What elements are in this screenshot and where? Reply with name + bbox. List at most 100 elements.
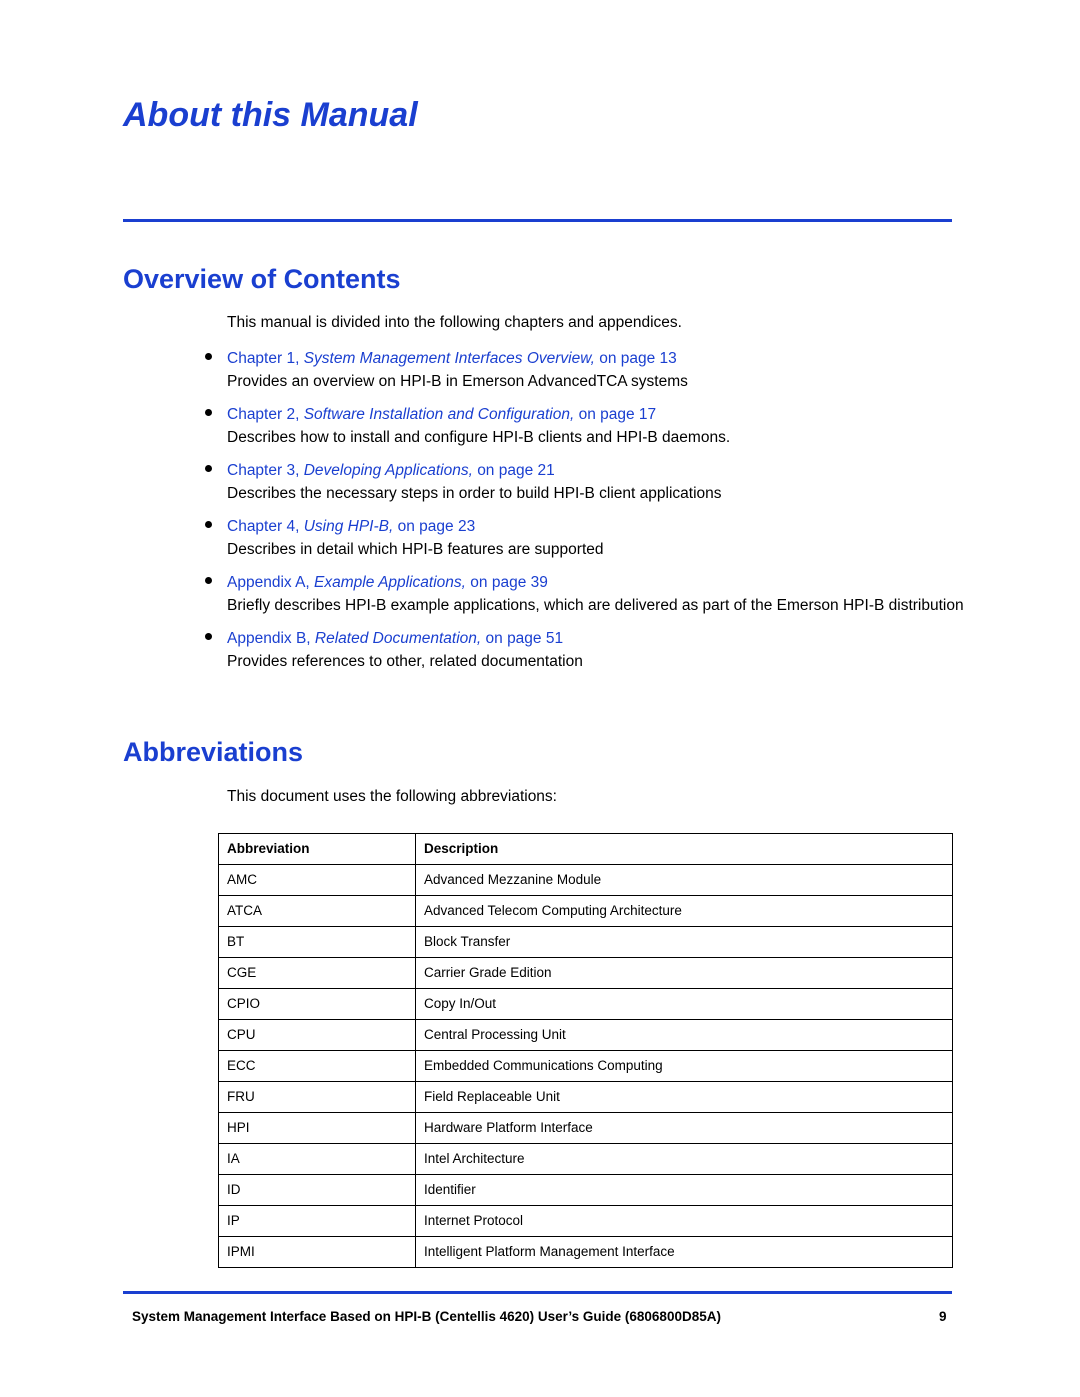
chapter-page-number: 17 bbox=[638, 406, 657, 423]
abbreviations-intro-text: This document uses the following abbrevi… bbox=[227, 788, 557, 805]
chapter-link[interactable]: Appendix A, Example Applications, on pag… bbox=[227, 571, 967, 594]
cell-abbreviation: IPMI bbox=[218, 1236, 416, 1268]
table-row: HPI Hardware Platform Interface bbox=[218, 1112, 953, 1144]
cell-description: Hardware Platform Interface bbox=[415, 1112, 953, 1144]
document-page: About this Manual Overview of Contents T… bbox=[0, 0, 1080, 1397]
bullet-dot-icon bbox=[205, 521, 212, 528]
overview-intro-text: This manual is divided into the followin… bbox=[227, 314, 682, 331]
chapter-onpage: on page bbox=[397, 518, 454, 535]
cell-abbreviation: ATCA bbox=[218, 895, 416, 927]
cell-abbreviation: IP bbox=[218, 1205, 416, 1237]
cell-description: Central Processing Unit bbox=[415, 1019, 953, 1051]
chapter-title: System Management Interfaces Overview, bbox=[303, 350, 595, 367]
section-heading-abbreviations: Abbreviations bbox=[123, 737, 304, 767]
bullet-dot-icon bbox=[205, 465, 212, 472]
chapter-title: Related Documentation, bbox=[314, 630, 482, 647]
header-rule bbox=[123, 219, 952, 222]
chapter-title: Using HPI-B, bbox=[303, 518, 394, 535]
chapter-link[interactable]: Chapter 3, Developing Applications, on p… bbox=[227, 459, 967, 482]
chapter-onpage: on page bbox=[470, 574, 527, 591]
table-row: ID Identifier bbox=[218, 1174, 953, 1206]
table-row: IPMI Intelligent Platform Management Inte… bbox=[218, 1236, 953, 1268]
chapter-page-number: 51 bbox=[545, 630, 564, 647]
chapter-page-number: 21 bbox=[537, 462, 555, 479]
abbreviations-table: Abbreviation Description AMC Advanced Mez… bbox=[218, 833, 953, 1268]
bullet-dot-icon bbox=[205, 633, 212, 640]
table-row: ATCA Advanced Telecom Computing Architect… bbox=[218, 895, 953, 927]
chapter-link[interactable]: Chapter 4, Using HPI-B, on page 23 bbox=[227, 515, 967, 538]
chapter-description: Describes the necessary steps in order t… bbox=[227, 485, 722, 502]
list-item: Chapter 1, System Management Interfaces … bbox=[205, 347, 967, 393]
chapter-description: Provides references to other, related do… bbox=[227, 653, 583, 670]
column-header-abbreviation: Abbreviation bbox=[218, 833, 416, 865]
section-heading-overview: Overview of Contents bbox=[123, 264, 401, 294]
footer-page-number: 9 bbox=[939, 1309, 947, 1324]
table-row: ECC Embedded Communications Computing bbox=[218, 1050, 953, 1082]
chapter-page-number: 39 bbox=[530, 574, 548, 591]
bullet-dot-icon bbox=[205, 577, 212, 584]
cell-description: Intelligent Platform Management Interfac… bbox=[415, 1236, 953, 1268]
chapter-label: Appendix B, bbox=[227, 630, 311, 647]
cell-description: Intel Architecture bbox=[415, 1143, 953, 1175]
cell-description: Advanced Telecom Computing Architecture bbox=[415, 895, 953, 927]
chapter-link[interactable]: Appendix B, Related Documentation, on pa… bbox=[227, 627, 967, 650]
list-item: Appendix B, Related Documentation, on pa… bbox=[205, 627, 967, 673]
column-header-description: Description bbox=[415, 833, 953, 865]
table-row: CPIO Copy In/Out bbox=[218, 988, 953, 1020]
cell-description: Embedded Communications Computing bbox=[415, 1050, 953, 1082]
list-item: Chapter 2, Software Installation and Con… bbox=[205, 403, 967, 449]
list-item: Chapter 4, Using HPI-B, on page 23 Descr… bbox=[205, 515, 967, 561]
chapter-title: Example Applications, bbox=[314, 574, 466, 591]
chapter-label: Appendix A, bbox=[227, 574, 310, 591]
page-title: About this Manual bbox=[123, 96, 418, 134]
chapter-label: Chapter 4, bbox=[227, 518, 300, 535]
bullet-dot-icon bbox=[205, 409, 212, 416]
cell-abbreviation: FRU bbox=[218, 1081, 416, 1113]
cell-abbreviation: CPIO bbox=[218, 988, 416, 1020]
table-row: IA Intel Architecture bbox=[218, 1143, 953, 1175]
chapter-link[interactable]: Chapter 2, Software Installation and Con… bbox=[227, 403, 967, 426]
chapter-description: Describes in detail which HPI-B features… bbox=[227, 541, 604, 558]
footer-rule bbox=[123, 1291, 952, 1294]
cell-abbreviation: ID bbox=[218, 1174, 416, 1206]
table-row: IP Internet Protocol bbox=[218, 1205, 953, 1237]
chapter-label: Chapter 2, bbox=[227, 406, 300, 423]
cell-abbreviation: CGE bbox=[218, 957, 416, 989]
cell-description: Advanced Mezzanine Module bbox=[415, 864, 953, 896]
cell-description: Identifier bbox=[415, 1174, 953, 1206]
chapter-onpage: on page bbox=[477, 462, 534, 479]
cell-description: Field Replaceable Unit bbox=[415, 1081, 953, 1113]
cell-abbreviation: IA bbox=[218, 1143, 416, 1175]
cell-abbreviation: CPU bbox=[218, 1019, 416, 1051]
list-item: Chapter 3, Developing Applications, on p… bbox=[205, 459, 967, 505]
chapter-label: Chapter 1, bbox=[227, 350, 300, 367]
chapter-link[interactable]: Chapter 1, System Management Interfaces … bbox=[227, 347, 967, 370]
overview-bullet-list: Chapter 1, System Management Interfaces … bbox=[205, 347, 967, 683]
table-row: CGE Carrier Grade Edition bbox=[218, 957, 953, 989]
cell-description: Internet Protocol bbox=[415, 1205, 953, 1237]
bullet-dot-icon bbox=[205, 353, 212, 360]
chapter-description: Briefly describes HPI-B example applicat… bbox=[227, 597, 964, 614]
chapter-label: Chapter 3, bbox=[227, 462, 300, 479]
table-header-row: Abbreviation Description bbox=[218, 833, 953, 865]
table-row: FRU Field Replaceable Unit bbox=[218, 1081, 953, 1113]
cell-abbreviation: AMC bbox=[218, 864, 416, 896]
chapter-page-number: 23 bbox=[457, 518, 476, 535]
footer-document-title: System Management Interface Based on HPI… bbox=[132, 1309, 721, 1324]
table-row: AMC Advanced Mezzanine Module bbox=[218, 864, 953, 896]
chapter-description: Provides an overview on HPI-B in Emerson… bbox=[227, 373, 688, 390]
chapter-onpage: on page bbox=[485, 630, 542, 647]
chapter-onpage: on page bbox=[599, 350, 656, 367]
cell-description: Block Transfer bbox=[415, 926, 953, 958]
cell-abbreviation: ECC bbox=[218, 1050, 416, 1082]
list-item: Appendix A, Example Applications, on pag… bbox=[205, 571, 967, 617]
cell-abbreviation: BT bbox=[218, 926, 416, 958]
chapter-onpage: on page bbox=[578, 406, 635, 423]
cell-description: Copy In/Out bbox=[415, 988, 953, 1020]
cell-description: Carrier Grade Edition bbox=[415, 957, 953, 989]
table-row: BT Block Transfer bbox=[218, 926, 953, 958]
chapter-title: Developing Applications, bbox=[303, 462, 473, 479]
chapter-page-number: 13 bbox=[659, 350, 677, 367]
chapter-description: Describes how to install and configure H… bbox=[227, 429, 731, 446]
chapter-title: Software Installation and Configuration, bbox=[303, 406, 575, 423]
